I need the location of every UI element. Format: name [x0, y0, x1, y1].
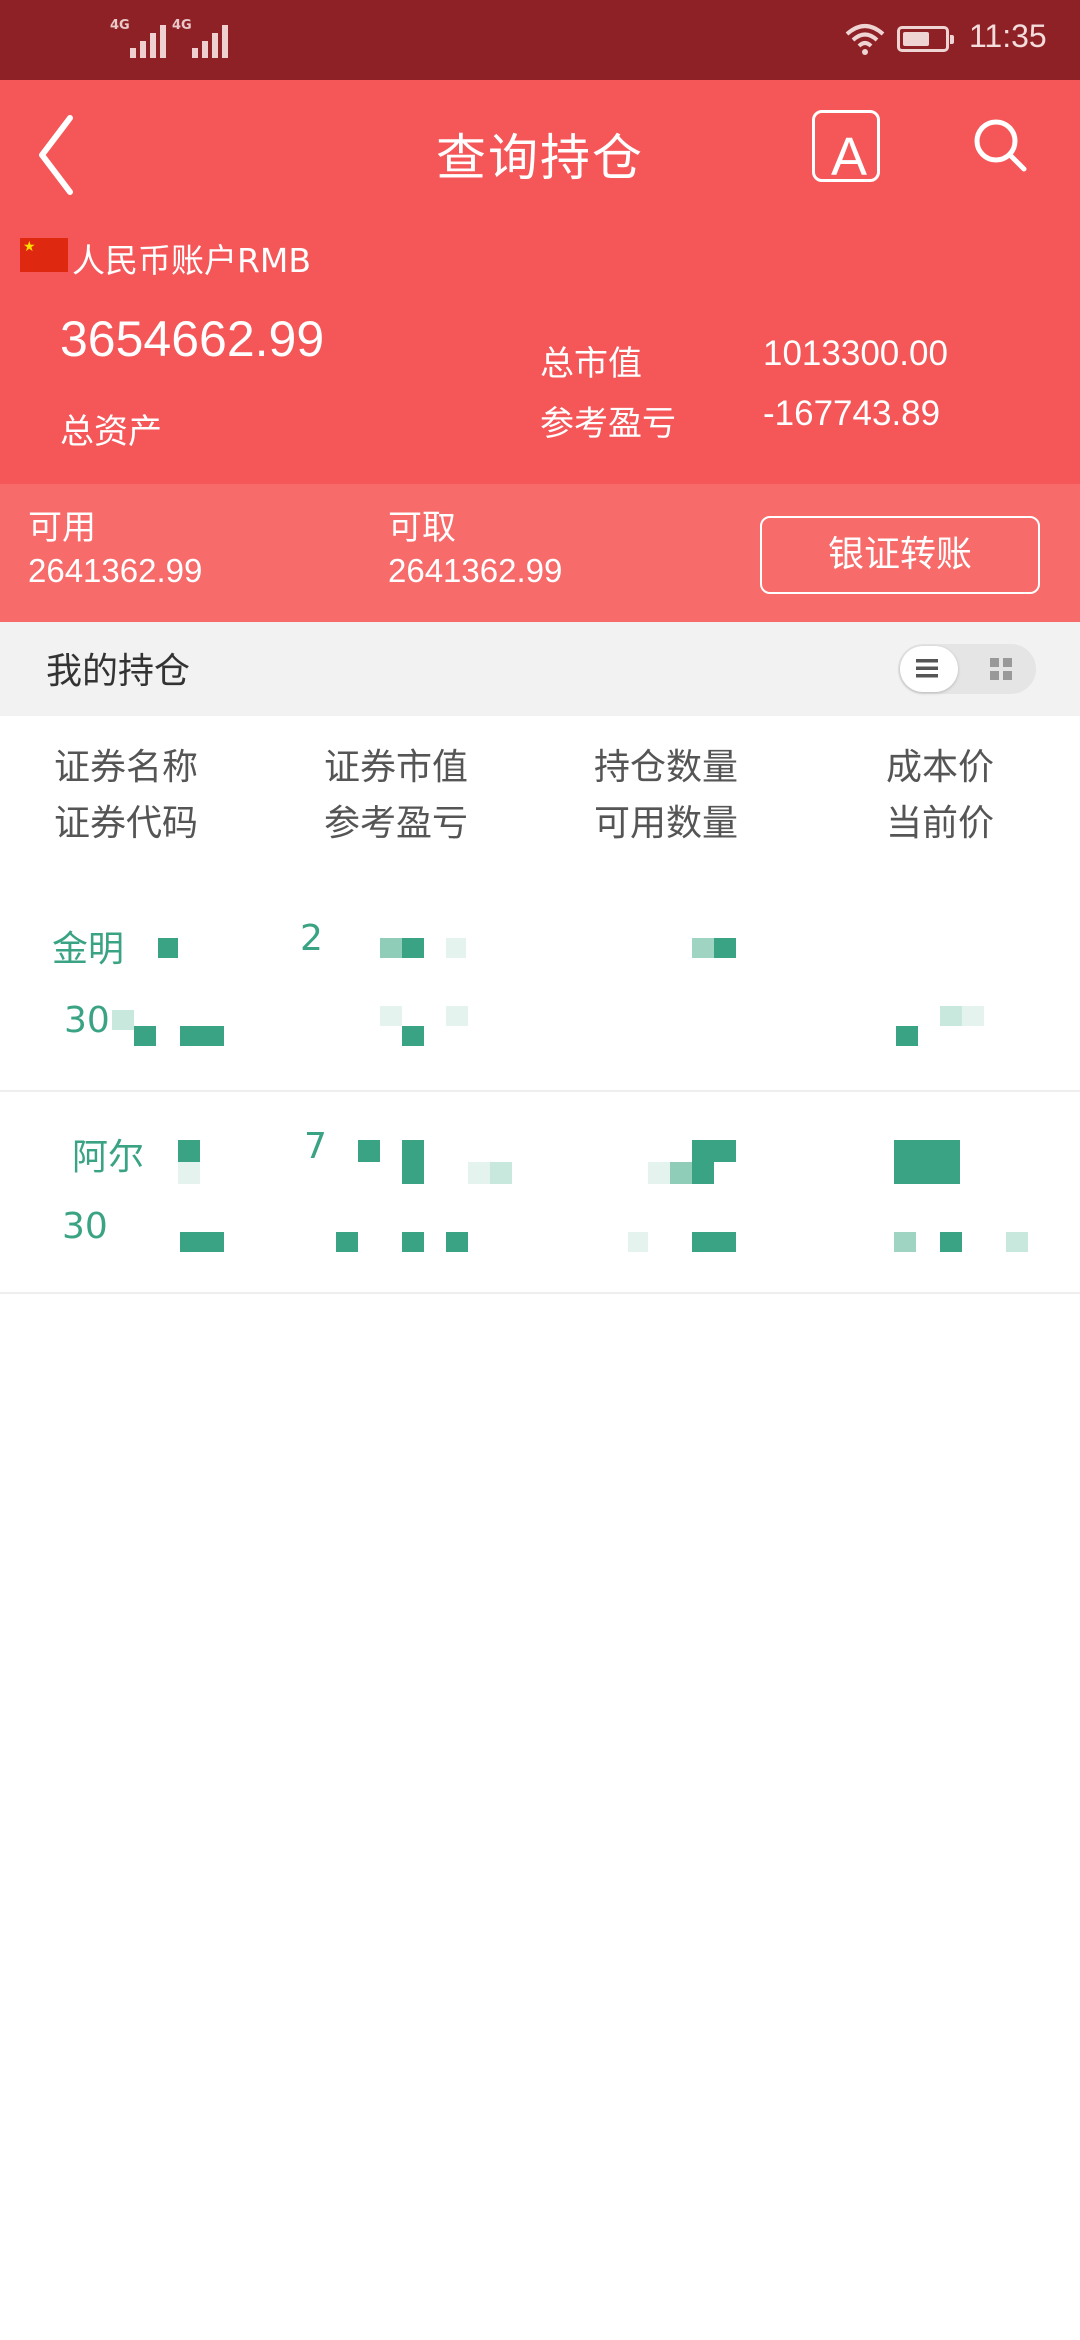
market-value: 1013300.00 [763, 334, 948, 373]
column-header-quantity: 持仓数量 可用数量 [594, 747, 739, 844]
status-bar: 4G 4G 11:35 [0, 0, 1080, 80]
account-header: 查询持仓 A ★ 人民币账户RMB 3654662.99 总资产 总市值 101… [0, 80, 1080, 484]
available-label: 可用 [28, 508, 96, 548]
battery-level [903, 32, 929, 46]
list-view-icon[interactable] [914, 656, 940, 680]
market-value-label: 总市值 [540, 344, 642, 384]
search-icon[interactable] [970, 116, 1030, 176]
funds-panel: 可用 2641362.99 可取 2641362.99 银证转账 [0, 484, 1080, 622]
total-assets-value: 3654662.99 [60, 311, 325, 367]
section-title: 我的持仓 [46, 651, 191, 692]
font-size-button[interactable]: A [812, 110, 880, 187]
wifi-icon [845, 24, 885, 55]
holding-code: 30 [62, 1206, 108, 1247]
column-header-price: 成本价 当前价 [886, 747, 995, 844]
page-title: 查询持仓 [436, 129, 644, 187]
profit-loss-value: -167743.89 [763, 394, 941, 433]
holding-market-value: 7 [304, 1126, 327, 1167]
column-header-name: 证券名称 证券代码 [54, 747, 199, 844]
column-header-value: 证券市值 参考盈亏 [324, 747, 469, 844]
cellular-signal-1: 4G [110, 18, 170, 58]
holding-code: 30 [64, 1000, 110, 1041]
view-toggle[interactable] [898, 644, 1036, 694]
redaction-mosaic [158, 938, 178, 958]
holding-row[interactable]: 阿尔 30 7 [0, 1092, 1080, 1294]
bank-transfer-button[interactable]: 银证转账 [760, 516, 1040, 594]
holding-name: 阿尔 [72, 1137, 145, 1178]
grid-view-icon[interactable] [988, 656, 1014, 682]
holding-market-value: 2 [300, 918, 323, 959]
account-label: 人民币账户RMB [72, 241, 312, 280]
china-flag-icon: ★ [20, 238, 68, 272]
cellular-signal-2: 4G [172, 18, 232, 58]
redaction-mosaic [178, 1140, 200, 1162]
signal-bars-icon [130, 25, 166, 58]
clock: 11:35 [969, 18, 1047, 54]
withdrawable-label: 可取 [388, 508, 456, 548]
withdrawable-value: 2641362.99 [388, 552, 563, 589]
holding-name: 金明 [52, 929, 125, 970]
profit-loss-label: 参考盈亏 [540, 404, 676, 444]
total-assets-label: 总资产 [60, 412, 162, 452]
signal-bars-icon [192, 25, 228, 58]
available-value: 2641362.99 [28, 552, 203, 589]
battery-icon [897, 26, 954, 52]
holding-row[interactable]: 金明 30 2 [0, 890, 1080, 1092]
holdings-section-bar: 我的持仓 [0, 622, 1080, 716]
